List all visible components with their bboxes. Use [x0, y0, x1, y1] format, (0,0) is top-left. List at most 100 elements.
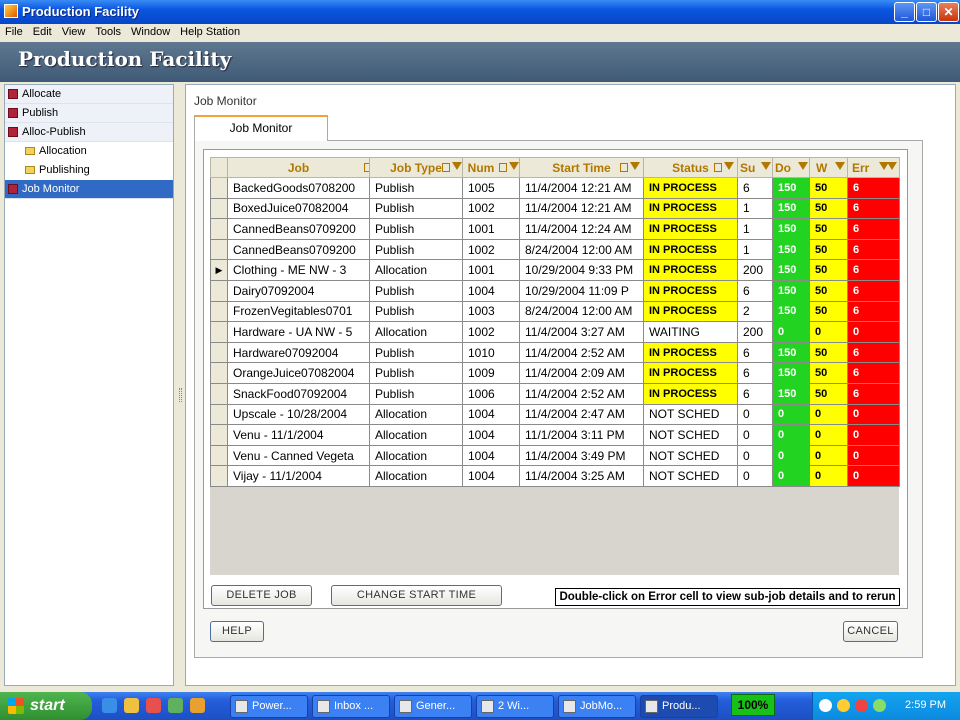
- cancel-button[interactable]: CANCEL: [843, 621, 898, 642]
- start-button[interactable]: start: [0, 692, 92, 720]
- splitter-handle[interactable]: [179, 388, 182, 402]
- menu-window[interactable]: Window: [126, 24, 175, 38]
- close-button[interactable]: ✕: [938, 2, 959, 22]
- row-selector[interactable]: [210, 465, 228, 487]
- task-powerpoint[interactable]: Power...: [230, 695, 308, 718]
- row-selector[interactable]: [210, 177, 228, 199]
- err-cell[interactable]: 6: [847, 177, 900, 199]
- row-selector[interactable]: [210, 238, 228, 261]
- table-row[interactable]: BoxedJuice07082004 Publish 1002 11/4/2004 1…: [210, 197, 900, 220]
- row-selector[interactable]: [210, 382, 228, 405]
- err-cell[interactable]: 6: [847, 300, 900, 323]
- column-header-do[interactable]: Do: [772, 157, 810, 178]
- err-cell[interactable]: 6: [847, 218, 900, 240]
- quicklaunch-icon[interactable]: [146, 698, 161, 713]
- err-cell[interactable]: 0: [847, 321, 900, 343]
- column-header-job[interactable]: Job: [227, 157, 370, 178]
- table-row[interactable]: OrangeJuice07082004 Publish 1009 11/4/2004 …: [210, 362, 900, 384]
- network-icon[interactable]: [819, 699, 832, 712]
- row-selector[interactable]: [210, 279, 228, 302]
- sort-icon[interactable]: [499, 163, 507, 172]
- table-row[interactable]: ▶ Clothing - ME NW - 3 Allocation 1001 10/29…: [210, 259, 900, 281]
- sidebar-item-job-monitor[interactable]: Job Monitor: [5, 180, 173, 199]
- table-row[interactable]: FrozenVegitables0701 Publish 1003 8/24/2004…: [210, 300, 900, 323]
- column-header-job-type[interactable]: Job Type: [369, 157, 463, 178]
- table-row[interactable]: Venu - 11/1/2004 Allocation 1004 11/1/2004 …: [210, 424, 900, 446]
- table-row[interactable]: CannedBeans0709200 Publish 1001 11/4/2004 1…: [210, 218, 900, 240]
- minimize-button[interactable]: _: [894, 2, 915, 22]
- table-row[interactable]: CannedBeans0709200 Publish 1002 8/24/2004 1…: [210, 238, 900, 261]
- column-header-num[interactable]: Num: [462, 157, 520, 178]
- table-row[interactable]: BackedGoods0708200 Publish 1005 11/4/2004 1…: [210, 177, 900, 199]
- sidebar-item-allocation[interactable]: Allocation: [5, 142, 173, 161]
- row-selector[interactable]: [210, 300, 228, 323]
- tray-icon[interactable]: [855, 699, 868, 712]
- err-cell[interactable]: 6: [847, 279, 900, 302]
- table-row[interactable]: Vijay - 11/1/2004 Allocation 1004 11/4/2004…: [210, 465, 900, 487]
- table-row[interactable]: Hardware07092004 Publish 1010 11/4/2004 2:5…: [210, 341, 900, 364]
- tab-job-monitor[interactable]: Job Monitor: [194, 115, 328, 141]
- err-cell[interactable]: 0: [847, 424, 900, 446]
- err-cell[interactable]: 6: [847, 382, 900, 405]
- sidebar-item-publish[interactable]: Publish: [5, 104, 173, 123]
- column-header-err[interactable]: Err: [847, 157, 900, 178]
- row-selector[interactable]: [210, 321, 228, 343]
- err-cell[interactable]: 6: [847, 238, 900, 261]
- row-selector[interactable]: [210, 197, 228, 220]
- menu-edit[interactable]: Edit: [28, 24, 57, 38]
- filter-icon[interactable]: [761, 162, 771, 170]
- outlook-icon[interactable]: [124, 698, 139, 713]
- column-header-start-time[interactable]: Start Time: [519, 157, 644, 178]
- table-row[interactable]: Venu - Canned Vegeta Allocation 1004 11/4/2…: [210, 444, 900, 467]
- task-inbox[interactable]: Inbox ...: [312, 695, 390, 718]
- row-selector[interactable]: [210, 341, 228, 364]
- row-selector[interactable]: [210, 218, 228, 240]
- row-selector[interactable]: [210, 424, 228, 446]
- row-selector[interactable]: ▶: [210, 259, 228, 281]
- change-start-time-button[interactable]: CHANGE START TIME: [331, 585, 502, 606]
- filter-icon[interactable]: [724, 162, 734, 170]
- err-cell[interactable]: 6: [847, 259, 900, 281]
- task-jobmonitor[interactable]: JobMo...: [558, 695, 636, 718]
- filter-icon[interactable]: [452, 162, 462, 170]
- menu-tools[interactable]: Tools: [90, 24, 126, 38]
- task-production-facility[interactable]: Produ...: [640, 695, 718, 718]
- menu-view[interactable]: View: [57, 24, 91, 38]
- err-cell[interactable]: 6: [847, 197, 900, 220]
- tray-icon[interactable]: [873, 699, 886, 712]
- row-selector[interactable]: [210, 444, 228, 467]
- menu-file[interactable]: File: [0, 24, 28, 38]
- sidebar-item-allocate[interactable]: Allocate: [5, 85, 173, 104]
- column-header-w[interactable]: W: [809, 157, 848, 178]
- err-cell[interactable]: 6: [847, 341, 900, 364]
- help-button[interactable]: HELP: [210, 621, 264, 642]
- tray-icon[interactable]: [837, 699, 850, 712]
- filter-icon[interactable]: [630, 162, 640, 170]
- menu-help-station[interactable]: Help Station: [175, 24, 245, 38]
- quicklaunch-icon[interactable]: [190, 698, 205, 713]
- sort-icon[interactable]: [442, 163, 450, 172]
- filter-icon[interactable]: [835, 162, 845, 170]
- filter-icon[interactable]: [509, 162, 519, 170]
- table-row[interactable]: Hardware - UA NW - 5 Allocation 1002 11/4/2…: [210, 321, 900, 343]
- row-selector[interactable]: [210, 362, 228, 384]
- filter-icon[interactable]: [798, 162, 808, 170]
- column-header-su[interactable]: Su: [737, 157, 773, 178]
- zoom-indicator[interactable]: 100%: [731, 694, 775, 716]
- task-windows-group[interactable]: 2 Wi...: [476, 695, 554, 718]
- maximize-button[interactable]: □: [916, 2, 937, 22]
- ie-icon[interactable]: [102, 698, 117, 713]
- sort-icon[interactable]: [714, 163, 722, 172]
- err-cell[interactable]: 0: [847, 465, 900, 487]
- sidebar-item-alloc-publish[interactable]: Alloc-Publish: [5, 123, 173, 142]
- row-selector[interactable]: [210, 403, 228, 426]
- err-cell[interactable]: 6: [847, 362, 900, 384]
- table-row[interactable]: SnackFood07092004 Publish 1006 11/4/2004 2:…: [210, 382, 900, 405]
- delete-job-button[interactable]: DELETE JOB: [211, 585, 312, 606]
- err-cell[interactable]: 0: [847, 444, 900, 467]
- filter-icon[interactable]: [887, 162, 897, 170]
- task-general[interactable]: Gener...: [394, 695, 472, 718]
- table-row[interactable]: Upscale - 10/28/2004 Allocation 1004 11/4/2…: [210, 403, 900, 426]
- quicklaunch-icon[interactable]: [168, 698, 183, 713]
- sidebar-item-publishing[interactable]: Publishing: [5, 161, 173, 180]
